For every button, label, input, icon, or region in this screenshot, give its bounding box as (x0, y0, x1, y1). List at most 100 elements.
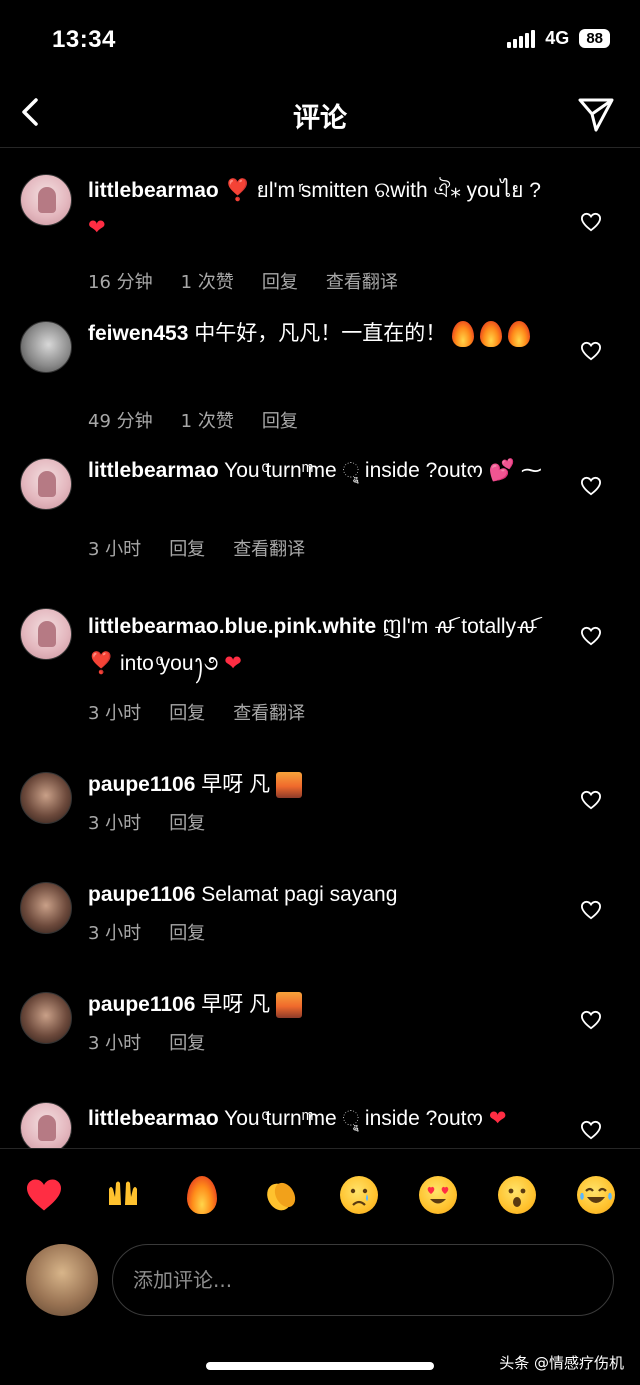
comment-item: paupe1106 Selamat pagi sayang 3 小时 回复 (0, 878, 640, 978)
avatar[interactable] (20, 321, 72, 373)
comment-meta: 3 小时 回复 (88, 1029, 205, 1055)
like-heart-icon[interactable] (580, 626, 602, 646)
like-heart-icon[interactable] (580, 1120, 602, 1140)
avatar[interactable] (20, 1102, 72, 1148)
comment-username[interactable]: feiwen453 (88, 322, 188, 345)
comment-meta: 49 分钟 1 次赞 回复 (88, 407, 298, 433)
comment-likes[interactable]: 1 次赞 (181, 268, 234, 294)
avatar[interactable] (20, 992, 72, 1044)
fire-icon (452, 321, 475, 348)
comment-body: littlebearmao ❣️ ยl'm ͬsmitten ରwith ঐ⁎ … (88, 172, 558, 246)
comment-meta: 3 小时 回复 查看翻译 (88, 699, 305, 725)
red-heart-icon: ❤ (224, 652, 242, 675)
battery-icon: 88 (579, 29, 610, 48)
comment-time: 3 小时 (88, 703, 142, 724)
comment-body: littlebearmao.blue.pink.white ញl'm ꫛ tot… (88, 608, 558, 682)
comment-username[interactable]: paupe1106 (88, 883, 195, 906)
comment-item: paupe1106 早呀 凡 3 小时 回复 (0, 988, 640, 1088)
reply-button[interactable]: 回复 (262, 407, 298, 433)
fire-icon (479, 321, 502, 348)
reply-button[interactable]: 回复 (169, 809, 205, 835)
comment-input[interactable] (112, 1244, 614, 1316)
send-icon[interactable] (576, 94, 616, 134)
reply-button[interactable]: 回复 (262, 268, 298, 294)
comment-list[interactable]: littlebearmao ❣️ ยl'm ͬsmitten ରwith ঐ⁎ … (0, 150, 640, 1148)
network-label: 4G (545, 28, 570, 48)
comment-likes[interactable]: 1 次赞 (181, 407, 234, 433)
comment-item: paupe1106 早呀 凡 3 小时 回复 (0, 768, 640, 868)
like-heart-icon[interactable] (580, 476, 602, 496)
fire-reaction-icon[interactable] (182, 1175, 222, 1215)
comment-item: littlebearmao ❣️ ยl'm ͬsmitten ରwith ঐ⁎ … (0, 170, 640, 293)
watermark: 头条 @情感疗伤机 (499, 1354, 624, 1372)
surprised-face-reaction-icon[interactable] (497, 1175, 537, 1215)
comment-meta: 3 小时 回复 (88, 809, 205, 835)
header: 评论 (0, 80, 640, 148)
raised-hands-reaction-icon[interactable] (103, 1175, 143, 1215)
comment-item: littlebearmao You ͦturn ͫme ୣ inside ?ou… (0, 1102, 640, 1148)
comment-username[interactable]: paupe1106 (88, 993, 195, 1016)
comment-meta: 16 分钟 1 次赞 回复 查看翻译 (88, 268, 398, 294)
comment-text: 中午好，凡凡！一直在的！ (188, 322, 447, 345)
comment-time: 3 小时 (88, 539, 142, 560)
like-heart-icon[interactable] (580, 212, 602, 232)
comment-composer (0, 1240, 640, 1320)
status-time: 13:34 (52, 26, 116, 53)
translate-button[interactable]: 查看翻译 (233, 699, 305, 725)
sunrise-icon (275, 992, 302, 1019)
my-avatar[interactable] (26, 1244, 98, 1316)
two-hearts-icon: 💕 (488, 459, 516, 482)
avatar[interactable] (20, 882, 72, 934)
comment-body: littlebearmao You ͦturn ͫme ୣ inside ?ou… (88, 459, 542, 482)
like-heart-icon[interactable] (580, 1010, 602, 1030)
comment-username[interactable]: littlebearmao (88, 459, 219, 482)
comment-text: You ͦturn ͫme ୣ inside ?outო (218, 1107, 484, 1130)
translate-button[interactable]: 查看翻译 (233, 535, 305, 561)
comment-text: ❣️ ยl'm ͬsmitten ରwith ঐ⁎ youไย ? (218, 179, 541, 202)
comment-time: 3 小时 (88, 813, 142, 834)
tears-of-joy-face-reaction-icon[interactable] (576, 1175, 616, 1215)
clapping-hands-reaction-icon[interactable] (261, 1175, 301, 1215)
comment-username[interactable]: littlebearmao.blue.pink.white (88, 615, 376, 638)
heart-eyes-face-reaction-icon[interactable] (418, 1175, 458, 1215)
comment-body: paupe1106 早呀 凡 (88, 986, 558, 1023)
quick-reactions-bar (0, 1148, 640, 1240)
comment-item: littlebearmao You ͦturn ͫme ୣ inside ?ou… (0, 454, 640, 594)
comment-item: littlebearmao.blue.pink.white ញl'm ꫛ tot… (0, 608, 640, 748)
reply-button[interactable]: 回复 (169, 535, 205, 561)
comment-time: 3 小时 (88, 923, 142, 944)
comment-username[interactable]: littlebearmao (88, 1107, 219, 1130)
like-heart-icon[interactable] (580, 790, 602, 810)
comment-meta: 3 小时 回复 查看翻译 (88, 535, 305, 561)
like-heart-icon[interactable] (580, 341, 602, 361)
comment-time: 16 分钟 (88, 272, 153, 293)
comment-meta: 3 小时 回复 (88, 919, 205, 945)
comment-item: feiwen453 中午好，凡凡！一直在的！ 49 分钟 1 次赞 回复 (0, 317, 640, 437)
crying-face-reaction-icon[interactable] (339, 1175, 379, 1215)
avatar[interactable] (20, 458, 72, 510)
signal-icon (507, 29, 536, 48)
like-heart-icon[interactable] (580, 900, 602, 920)
comment-text: You ͦturn ͫme ୣ inside ?outო (218, 459, 484, 482)
comment-time: 49 分钟 (88, 411, 153, 432)
comment-text: 早呀 凡 (195, 993, 271, 1016)
avatar[interactable] (20, 772, 72, 824)
reply-button[interactable]: 回复 (169, 919, 205, 945)
comment-text: 早呀 凡 (195, 773, 271, 796)
translate-button[interactable]: 查看翻译 (326, 268, 398, 294)
reply-button[interactable]: 回复 (169, 1029, 205, 1055)
red-heart-icon: ❤ (88, 216, 106, 239)
fire-icon (507, 321, 530, 348)
comment-username[interactable]: paupe1106 (88, 773, 195, 796)
comment-body: paupe1106 Selamat pagi sayang (88, 876, 558, 913)
comment-text: Selamat pagi sayang (195, 883, 398, 906)
comment-username[interactable]: littlebearmao (88, 179, 219, 202)
avatar[interactable] (20, 608, 72, 660)
heart-reaction-icon[interactable] (24, 1175, 64, 1215)
reply-button[interactable]: 回复 (169, 699, 205, 725)
avatar[interactable] (20, 174, 72, 226)
comment-body: feiwen453 中午好，凡凡！一直在的！ (88, 315, 558, 352)
red-heart-icon: ❤ (488, 1107, 507, 1130)
home-indicator[interactable] (206, 1362, 434, 1370)
comment-body: paupe1106 早呀 凡 (88, 766, 558, 803)
